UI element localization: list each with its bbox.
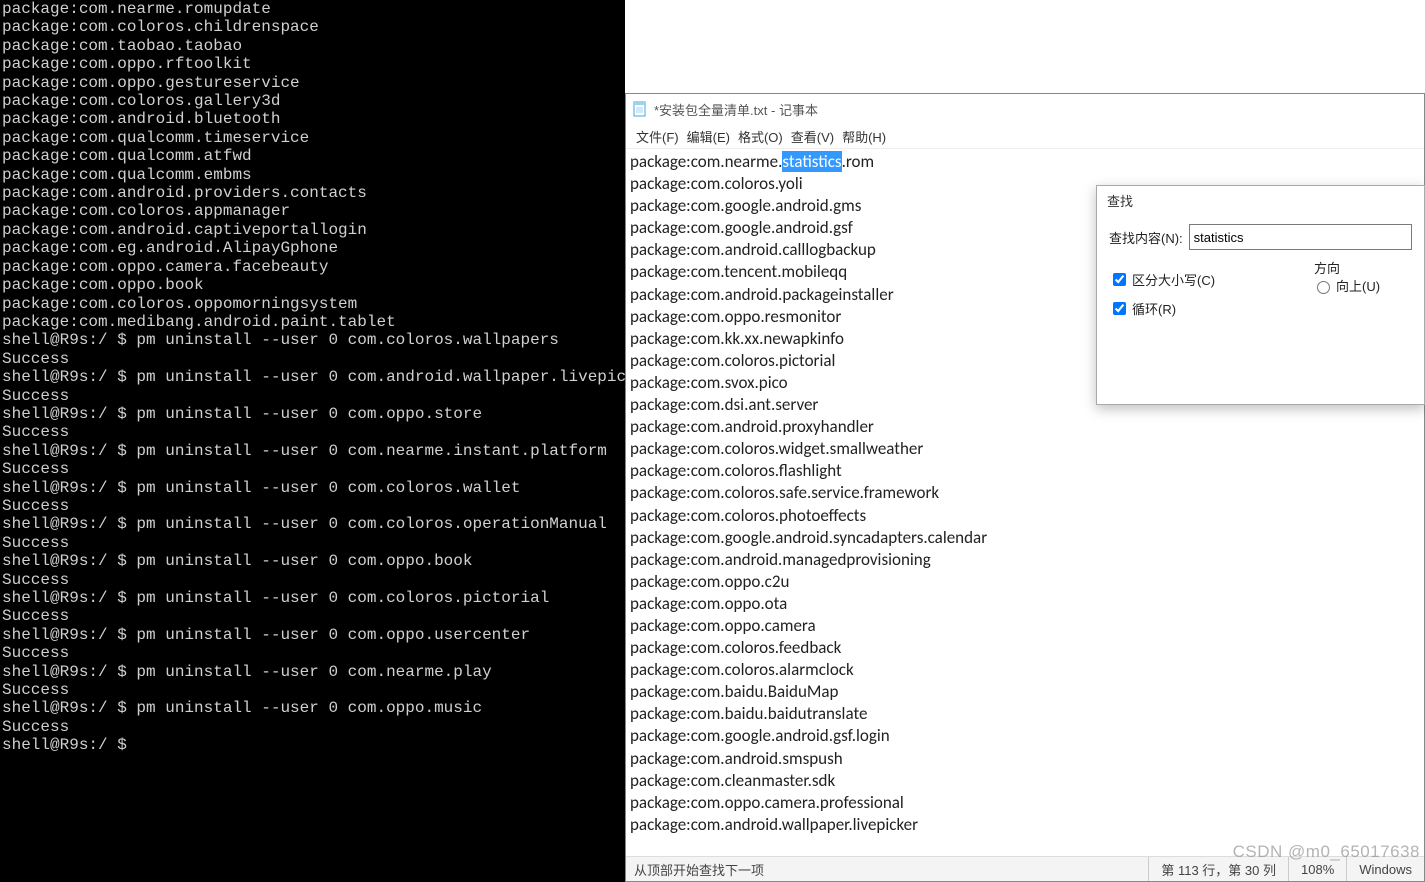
direction-up-radio[interactable]	[1317, 281, 1330, 294]
text-line: package:com.google.android.gsf.login	[630, 725, 1420, 747]
text-line: package:com.android.wallpaper.livepicker	[630, 814, 1420, 836]
text-line: package:com.coloros.flashlight	[630, 460, 1420, 482]
text-line: package:com.coloros.feedback	[630, 637, 1420, 659]
menu-item[interactable]: 编辑(E)	[685, 126, 732, 147]
loop-label: 循环(R)	[1132, 299, 1176, 318]
status-platform: Windows	[1346, 857, 1424, 881]
text-line: package:com.coloros.alarmclock	[630, 659, 1420, 681]
loop-checkbox[interactable]	[1113, 302, 1126, 315]
text-line: package:com.oppo.camera	[630, 615, 1420, 637]
status-position: 第 113 行，第 30 列	[1148, 857, 1288, 881]
text-line: package:com.oppo.ota	[630, 593, 1420, 615]
terminal-output[interactable]: package:com.nearme.romupdate package:com…	[0, 0, 625, 882]
notepad-icon	[632, 101, 648, 117]
text-line: package:com.baidu.baidutranslate	[630, 703, 1420, 725]
text-line: package:com.coloros.safe.service.framewo…	[630, 482, 1420, 504]
notepad-statusbar: 从顶部开始查找下一项 第 113 行，第 30 列 108% Windows	[626, 856, 1424, 881]
text-line: package:com.cleanmaster.sdk	[630, 770, 1420, 792]
notepad-titlebar[interactable]: *安装包全量清单.txt - 记事本	[626, 94, 1424, 124]
status-zoom: 108%	[1288, 857, 1346, 881]
text-line: package:com.baidu.BaiduMap	[630, 681, 1420, 703]
notepad-title: *安装包全量清单.txt - 记事本	[654, 100, 818, 119]
direction-up-label: 向上(U)	[1336, 276, 1380, 295]
find-input[interactable]	[1189, 224, 1412, 250]
text-line: package:com.android.managedprovisioning	[630, 549, 1420, 571]
notepad-menubar[interactable]: 文件(F)编辑(E)格式(O)查看(V)帮助(H)	[626, 124, 1424, 149]
menu-item[interactable]: 文件(F)	[634, 126, 681, 147]
text-line: package:com.coloros.widget.smallweather	[630, 438, 1420, 460]
match-case-label: 区分大小写(C)	[1132, 270, 1215, 289]
selected-text: statistics	[782, 151, 841, 172]
match-case-checkbox[interactable]	[1113, 273, 1126, 286]
text-line: package:com.oppo.camera.professional	[630, 792, 1420, 814]
direction-group-label: 方向	[1312, 258, 1342, 277]
menu-item[interactable]: 格式(O)	[736, 126, 785, 147]
text-line: package:com.android.proxyhandler	[630, 416, 1420, 438]
text-line: package:com.android.smspush	[630, 748, 1420, 770]
find-dialog[interactable]: 查找 查找内容(N): 区分大小写(C) 循环(R) 方向	[1096, 185, 1425, 405]
text-line: package:com.oppo.c2u	[630, 571, 1420, 593]
find-dialog-title[interactable]: 查找	[1097, 186, 1424, 214]
text-line: package:com.google.android.syncadapters.…	[630, 527, 1420, 549]
text-line: package:com.coloros.photoeffects	[630, 505, 1420, 527]
find-content-label: 查找内容(N):	[1109, 228, 1183, 247]
status-message: 从顶部开始查找下一项	[626, 860, 1148, 879]
menu-item[interactable]: 查看(V)	[789, 126, 836, 147]
text-line: package:com.nearme.statistics.rom	[630, 151, 1420, 173]
menu-item[interactable]: 帮助(H)	[840, 126, 888, 147]
